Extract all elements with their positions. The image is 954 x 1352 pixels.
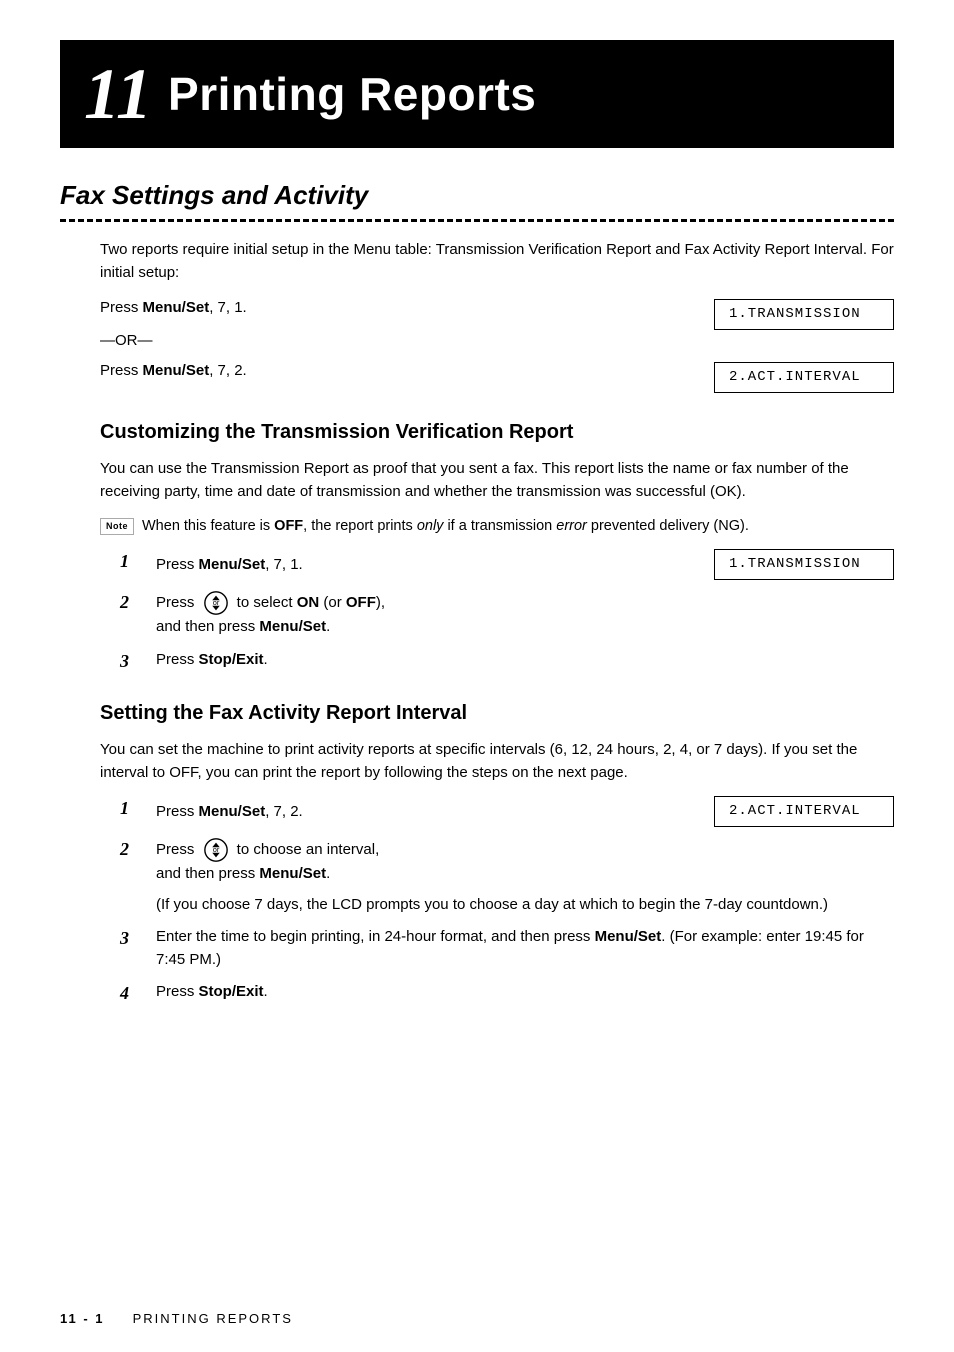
note-block: Note When this feature is OFF, the repor… [100, 516, 894, 538]
step-content-2-3: Enter the time to begin printing, in 24-… [156, 926, 894, 971]
step-1-3: 3 Press Stop/Exit. [100, 649, 894, 674]
lcd-step2-1: 2.ACT.INTERVAL [714, 796, 894, 827]
note-text: When this feature is OFF, the report pri… [142, 516, 749, 538]
step2-3-menuset: Menu/Set [595, 928, 662, 945]
step2-4-stop: Stop/Exit [199, 983, 264, 1000]
nav-icon-1: or [203, 590, 229, 616]
note-off-bold: OFF [274, 518, 303, 534]
note-error-italic: error [556, 518, 587, 534]
nav-icon-2: or [203, 837, 229, 863]
footer-label: PRINTING REPORTS [133, 1311, 293, 1326]
chapter-header: 11 Printing Reports [60, 40, 894, 148]
step-1-2: 2 Press or to select ON (or OFF), and th… [100, 590, 894, 639]
step2-2-extra: (If you choose 7 days, the LCD prompts y… [156, 894, 894, 917]
lcd-step1-1: 1.TRANSMISSION [714, 549, 894, 580]
step-1-1: 1 Press Menu/Set, 7, 1. 1.TRANSMISSION [100, 549, 894, 580]
or-label: —OR— [100, 330, 894, 353]
step-content-1-3: Press Stop/Exit. [156, 649, 894, 672]
step-number-2-1: 1 [120, 796, 150, 821]
footer: 11 - 1 PRINTING REPORTS [60, 1309, 293, 1329]
step-content-2-2: Press or to choose an interval, and then… [156, 837, 894, 916]
step-2-4: 4 Press Stop/Exit. [100, 981, 894, 1006]
step-number-2-2: 2 [120, 837, 150, 862]
step-2-3: 3 Enter the time to begin printing, in 2… [100, 926, 894, 971]
press-block-1: Press Menu/Set, 7, 1. 1.TRANSMISSION [100, 297, 894, 330]
step-2-1: 1 Press Menu/Set, 7, 2. 2.ACT.INTERVAL [100, 796, 894, 827]
step1-2-on: ON [297, 594, 320, 611]
step1-2-menuset: Menu/Set [259, 618, 326, 635]
step1-3-stop: Stop/Exit [199, 651, 264, 668]
step-number-1-3: 3 [120, 649, 150, 674]
step-number-2-3: 3 [120, 926, 150, 951]
press-text-2: Press Menu/Set, 7, 2. [100, 360, 668, 383]
lcd-display-1: 1.TRANSMISSION [714, 299, 894, 330]
step-number-2-4: 4 [120, 981, 150, 1006]
subsection1-heading: Customizing the Transmission Verificatio… [60, 417, 894, 447]
section-heading: Fax Settings and Activity [60, 176, 894, 215]
intro-text: Two reports require initial setup in the… [100, 238, 894, 285]
step-number-1-1: 1 [120, 549, 150, 574]
step-content-1-1: Press Menu/Set, 7, 1. 1.TRANSMISSION [156, 549, 894, 580]
note-only-italic: only [417, 518, 444, 534]
step-content-2-1: Press Menu/Set, 7, 2. 2.ACT.INTERVAL [156, 796, 894, 827]
press-text-1: Press Menu/Set, 7, 1. [100, 297, 668, 320]
svg-text:or: or [212, 598, 219, 607]
subsection1-body: You can use the Transmission Report as p… [100, 457, 894, 504]
step-2-2: 2 Press or to choose an interval, and th… [100, 837, 894, 916]
subsection2-heading: Setting the Fax Activity Report Interval [60, 698, 894, 728]
step2-2-menuset: Menu/Set [259, 865, 326, 882]
footer-page: 11 - 1 [60, 1311, 105, 1326]
step-content-1-2: Press or to select ON (or OFF), and then… [156, 590, 894, 639]
note-badge: Note [100, 518, 134, 536]
step1-1-bold: Menu/Set [199, 556, 266, 573]
step2-1-bold: Menu/Set [199, 803, 266, 820]
menuset-bold-2: Menu/Set [143, 362, 210, 379]
lcd-display-2: 2.ACT.INTERVAL [714, 362, 894, 393]
press-block-2: Press Menu/Set, 7, 2. 2.ACT.INTERVAL [100, 360, 894, 393]
svg-text:or: or [212, 845, 219, 854]
step-content-2-4: Press Stop/Exit. [156, 981, 894, 1004]
section-divider [60, 219, 894, 222]
subsection2-body: You can set the machine to print activit… [100, 738, 894, 785]
chapter-title: Printing Reports [168, 60, 536, 129]
step1-2-off: OFF [346, 594, 376, 611]
step-number-1-2: 2 [120, 590, 150, 615]
menuset-bold-1: Menu/Set [143, 299, 210, 316]
chapter-number: 11 [84, 58, 152, 130]
